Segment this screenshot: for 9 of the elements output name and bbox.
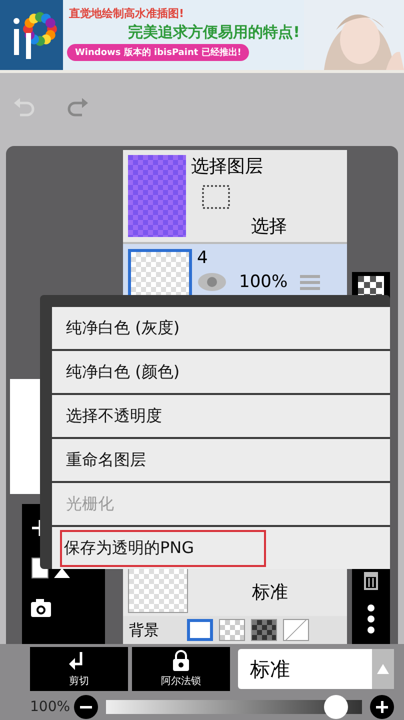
layer-action: 选择: [251, 215, 287, 238]
layer-title: 选择图层: [191, 155, 264, 178]
layer-name: 4: [197, 248, 209, 268]
ad-headline: 直觉地绘制高水准插图!: [69, 6, 184, 21]
layer-opacity: 100%: [239, 272, 288, 292]
layer-blend-mode: 标准: [252, 581, 288, 604]
opacity-reading: 100%: [30, 699, 70, 715]
background-label: 背景: [129, 620, 159, 640]
ad-headline: 完美追求方便易用的特点!: [128, 23, 300, 42]
